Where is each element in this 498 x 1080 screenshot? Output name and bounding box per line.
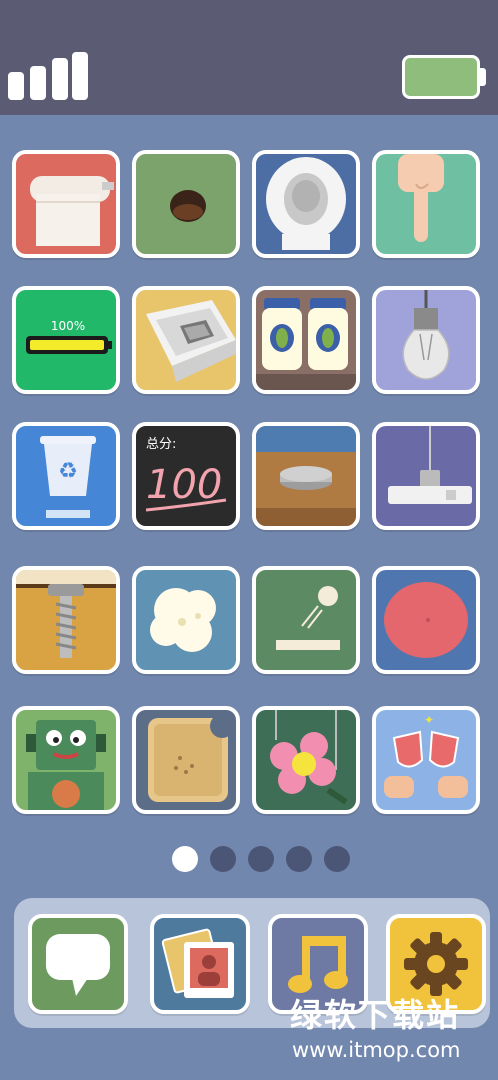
page-dot-5[interactable]: [324, 846, 350, 872]
app-toilet[interactable]: [252, 150, 360, 258]
power-plug-icon: [388, 426, 472, 504]
app-pointing-finger[interactable]: [372, 150, 480, 258]
dock-photos[interactable]: [150, 914, 250, 1014]
pink-ball-icon: [384, 582, 468, 658]
signal-bar-2: [30, 66, 46, 100]
app-pickle-jars[interactable]: [252, 286, 360, 394]
watermark-url: www.itmop.com: [292, 1038, 461, 1062]
dock-messages[interactable]: [28, 914, 128, 1014]
app-power-plug[interactable]: [372, 422, 480, 530]
app-ball-paddle[interactable]: [252, 566, 360, 674]
app-hole[interactable]: [132, 150, 240, 258]
page-dot-3[interactable]: [248, 846, 274, 872]
app-toilet-paper[interactable]: [12, 150, 120, 258]
battery-percent-label: 100%: [51, 319, 85, 333]
signal-bar-1: [8, 74, 24, 100]
hole-icon: [170, 190, 206, 222]
app-toast[interactable]: [132, 706, 240, 814]
signal-bar-4: [72, 52, 88, 100]
light-bulb-icon: [402, 290, 450, 380]
stone-disc-icon: [256, 426, 356, 526]
page-dot-1[interactable]: [172, 846, 198, 872]
app-pink-ball[interactable]: [372, 566, 480, 674]
app-recycle-bin[interactable]: ♻: [12, 422, 120, 530]
screw-icon: [16, 570, 116, 658]
app-score-board[interactable]: 总分: 100: [132, 422, 240, 530]
pointing-finger-icon: [398, 154, 444, 242]
app-phone-in-box[interactable]: [132, 286, 240, 394]
app-flower[interactable]: [252, 706, 360, 814]
pickle-jars-icon: [256, 298, 356, 390]
svg-text:♻: ♻: [58, 459, 78, 484]
robot-icon: [26, 720, 106, 810]
toilet-icon: [266, 157, 346, 250]
page-indicator: [0, 846, 498, 874]
page-dot-2[interactable]: [210, 846, 236, 872]
page-dot-4[interactable]: [286, 846, 312, 872]
app-popcorn[interactable]: [132, 566, 240, 674]
app-stone-disc[interactable]: [252, 422, 360, 530]
signal-bar-3: [52, 58, 68, 100]
app-robot[interactable]: [12, 706, 120, 814]
chat-bubble-icon: [46, 934, 110, 996]
phone-in-box-icon: [146, 300, 236, 382]
photos-icon: [161, 928, 234, 998]
app-wine-toast[interactable]: ✦: [372, 706, 480, 814]
app-screw[interactable]: [12, 566, 120, 674]
ball-paddle-icon: [276, 586, 340, 650]
toilet-paper-icon: [30, 176, 114, 246]
wine-toast-icon: ✦: [384, 713, 468, 798]
score-board-icon: 总分: 100: [145, 437, 227, 512]
score-label: 总分:: [146, 437, 176, 452]
battery-tip: [480, 68, 486, 86]
watermark-title: 绿软下载站: [290, 996, 461, 1034]
toast-icon: [148, 714, 234, 802]
flower-icon: [270, 710, 348, 805]
popcorn-icon: [150, 588, 216, 652]
recycle-bin-icon: ♻: [40, 436, 96, 518]
app-light-bulb[interactable]: [372, 286, 480, 394]
svg-text:✦: ✦: [424, 713, 434, 727]
battery-full-icon: 100%: [26, 319, 112, 354]
battery-icon: [402, 55, 480, 99]
app-battery[interactable]: 100%: [12, 286, 120, 394]
